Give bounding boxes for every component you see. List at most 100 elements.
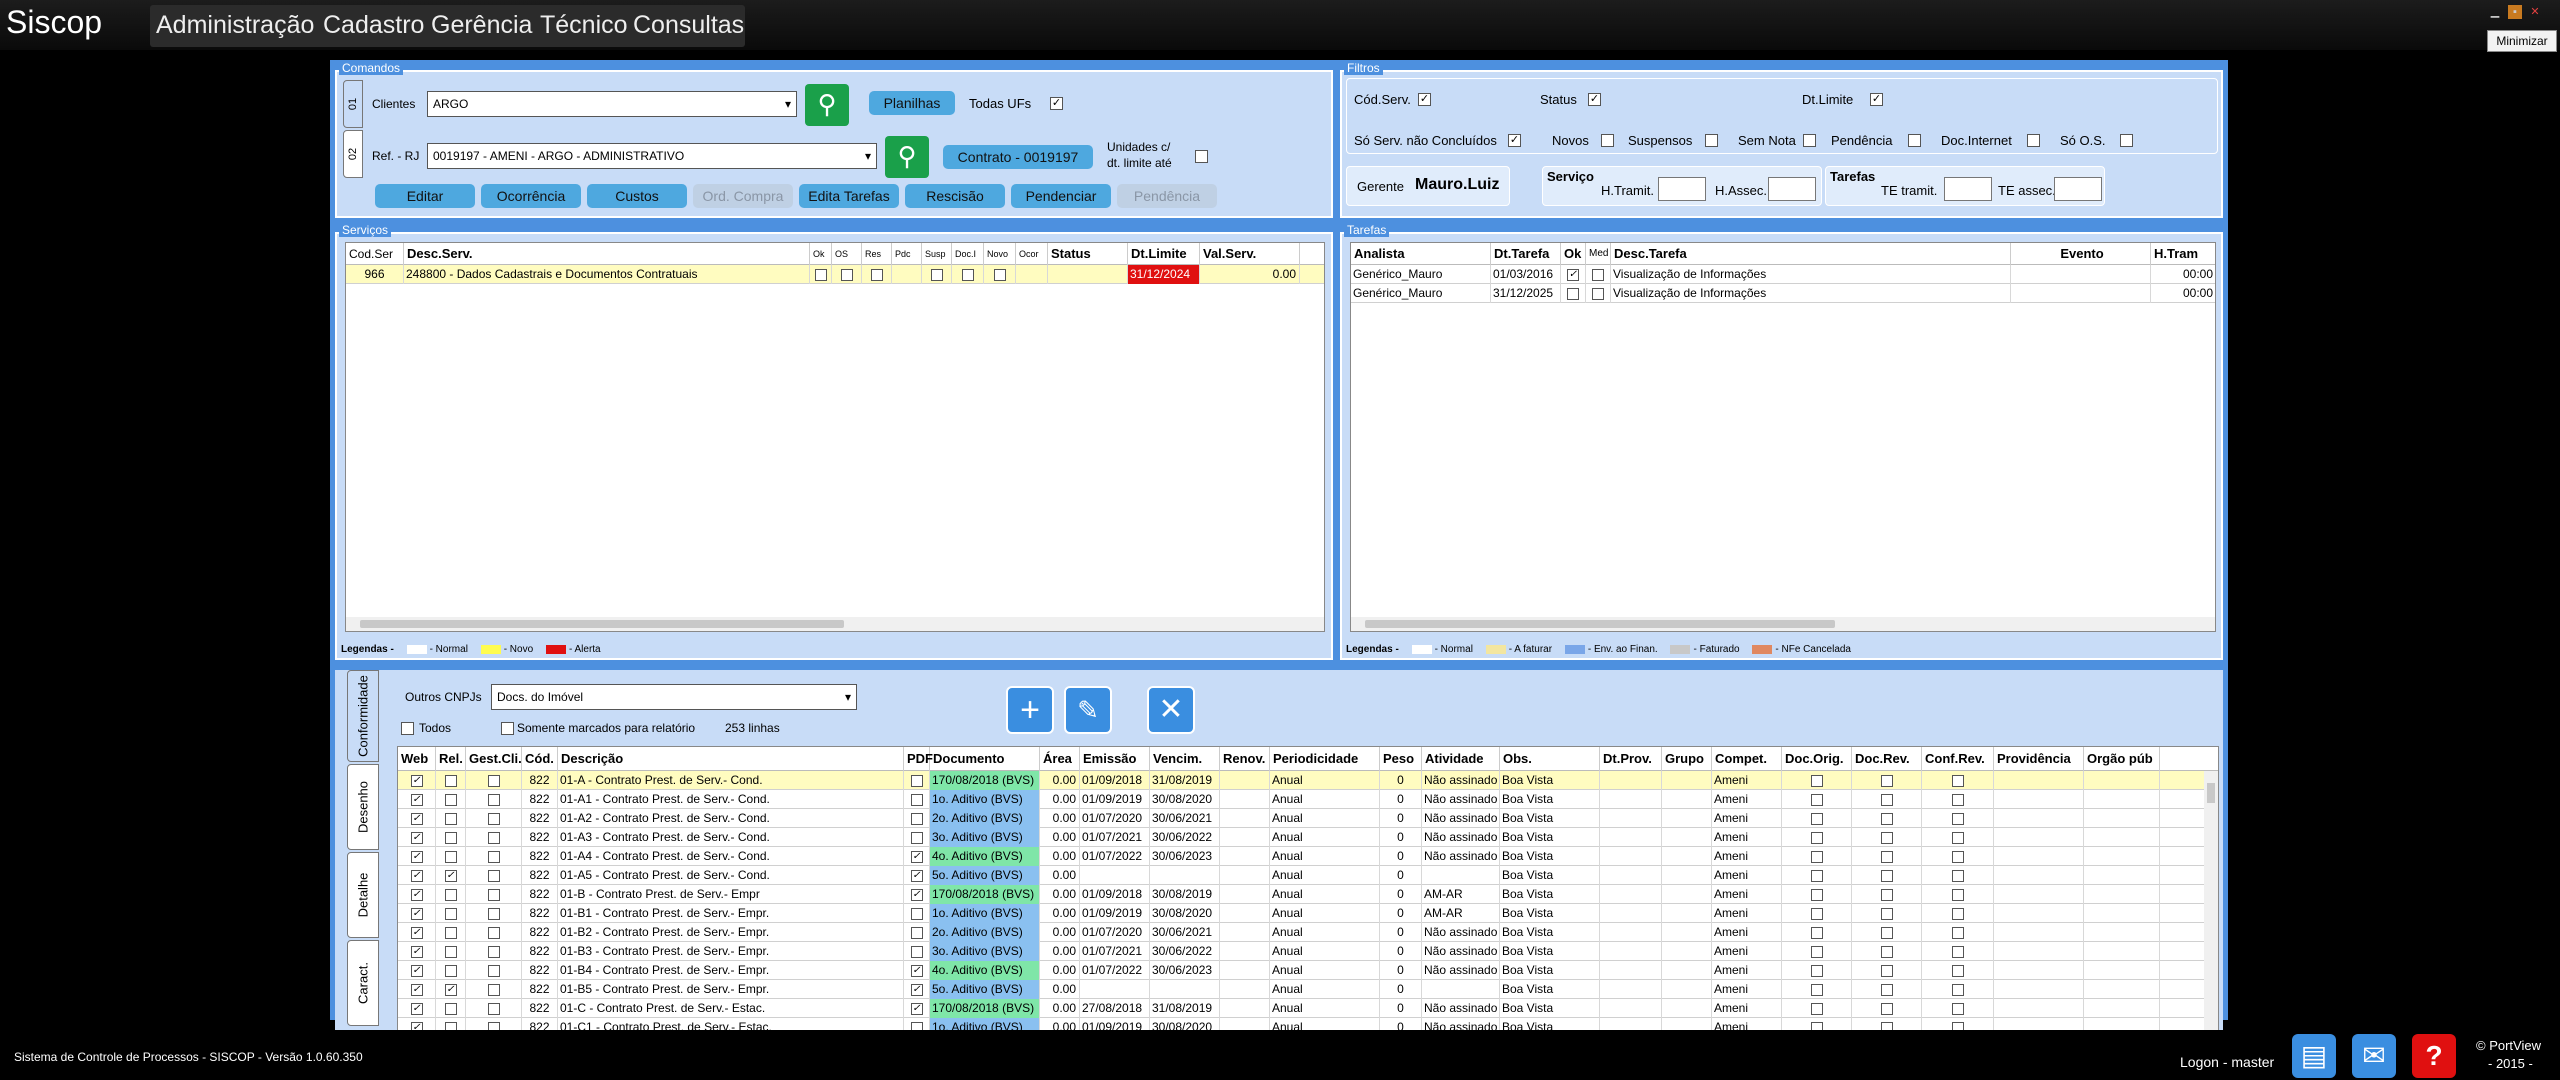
doc-rev-checkbox[interactable] bbox=[1880, 831, 1893, 844]
cell-pdf[interactable]: ✓ bbox=[904, 961, 930, 980]
cell-gest-cli[interactable] bbox=[466, 809, 522, 828]
doc-row[interactable]: ✓ 822 01-C - Contrato Prest. de Serv.- Est… bbox=[398, 999, 2218, 1018]
web-checkbox[interactable]: ✓ bbox=[410, 907, 423, 920]
cod-serv-checkbox[interactable]: ✓ bbox=[1418, 93, 1431, 106]
cell-gest-cli[interactable] bbox=[466, 961, 522, 980]
cell-gest-cli[interactable] bbox=[466, 847, 522, 866]
cell-pdf[interactable] bbox=[904, 828, 930, 847]
pendencia-checkbox[interactable] bbox=[1908, 134, 1921, 147]
so-serv-checkbox[interactable]: ✓ bbox=[1508, 134, 1521, 147]
col-val-serv[interactable]: Val.Serv. bbox=[1200, 243, 1300, 265]
restore-icon[interactable]: ▪ bbox=[2508, 5, 2522, 19]
col-cod-ser[interactable]: Cod.Ser bbox=[346, 243, 404, 265]
gest-cli-checkbox[interactable] bbox=[487, 793, 500, 806]
cell-res[interactable] bbox=[862, 265, 892, 284]
cell-pdf[interactable] bbox=[904, 942, 930, 961]
cell-gest-cli[interactable] bbox=[466, 999, 522, 1018]
cell-rel[interactable] bbox=[436, 923, 466, 942]
doc-rev-checkbox[interactable] bbox=[1880, 983, 1893, 996]
pdf-checkbox[interactable] bbox=[910, 945, 923, 958]
col-susp[interactable]: Susp bbox=[922, 243, 952, 265]
tab-caract[interactable]: Caract. bbox=[347, 940, 379, 1026]
tab-02[interactable]: 02 bbox=[343, 130, 363, 178]
cell-doc-orig[interactable] bbox=[1782, 923, 1852, 942]
doc-rev-checkbox[interactable] bbox=[1880, 774, 1893, 787]
web-checkbox[interactable]: ✓ bbox=[410, 983, 423, 996]
somente-checkbox[interactable] bbox=[501, 722, 514, 735]
conf-rev-checkbox[interactable] bbox=[1951, 812, 1964, 825]
cell-ok[interactable] bbox=[1561, 284, 1586, 303]
cell-doc-orig[interactable] bbox=[1782, 771, 1852, 790]
search-ref-button[interactable]: ⚲ bbox=[885, 136, 929, 178]
col-periodicidade[interactable]: Periodicidade bbox=[1270, 747, 1380, 771]
rel-checkbox[interactable] bbox=[444, 812, 457, 825]
gest-cli-checkbox[interactable] bbox=[487, 812, 500, 825]
doc-rev-checkbox[interactable] bbox=[1880, 850, 1893, 863]
conf-rev-checkbox[interactable] bbox=[1951, 831, 1964, 844]
col-pdf[interactable]: PDF bbox=[904, 747, 933, 771]
cell-doc-rev[interactable] bbox=[1852, 847, 1922, 866]
search-clientes-button[interactable]: ⚲ bbox=[805, 84, 849, 126]
pdf-checkbox[interactable]: ✓ bbox=[910, 983, 923, 996]
clientes-select[interactable]: ARGO bbox=[427, 91, 797, 117]
menu-gerencia[interactable]: Gerência bbox=[431, 11, 532, 40]
tab-conformidade[interactable]: Conformidade bbox=[347, 670, 379, 762]
col-peso[interactable]: Peso bbox=[1380, 747, 1422, 771]
doc-rev-checkbox[interactable] bbox=[1880, 907, 1893, 920]
pendencia-button[interactable]: Pendência bbox=[1117, 184, 1217, 208]
conf-rev-checkbox[interactable] bbox=[1951, 983, 1964, 996]
cell-pdf[interactable]: ✓ bbox=[904, 999, 930, 1018]
cell-rel[interactable] bbox=[436, 790, 466, 809]
doc-row[interactable]: ✓ 822 01-A2 - Contrato Prest. de Serv.- Co… bbox=[398, 809, 2218, 828]
pdf-checkbox[interactable]: ✓ bbox=[910, 1002, 923, 1015]
doc-rev-checkbox[interactable] bbox=[1880, 945, 1893, 958]
cell-med[interactable] bbox=[1586, 284, 1611, 303]
doc-row[interactable]: ✓ ✓ 822 01-B5 - Contrato Prest. de Serv.- E… bbox=[398, 980, 2218, 999]
tarefa-row[interactable]: Genérico_Mauro 01/03/2016 ✓ Visualização… bbox=[1351, 265, 2215, 284]
cell-rel[interactable]: ✓ bbox=[436, 980, 466, 999]
cell-conf-rev[interactable] bbox=[1922, 809, 1994, 828]
menu-administracao[interactable]: Administração bbox=[156, 11, 314, 40]
cell-web[interactable]: ✓ bbox=[398, 980, 436, 999]
gest-cli-checkbox[interactable] bbox=[487, 983, 500, 996]
cell-susp[interactable] bbox=[922, 265, 952, 284]
pendenciar-button[interactable]: Pendenciar bbox=[1011, 184, 1111, 208]
cell-conf-rev[interactable] bbox=[1922, 942, 1994, 961]
cell-doc-orig[interactable] bbox=[1782, 885, 1852, 904]
doc-orig-checkbox[interactable] bbox=[1810, 850, 1823, 863]
cell-doc-rev[interactable] bbox=[1852, 790, 1922, 809]
cell-pdf[interactable] bbox=[904, 771, 930, 790]
tarefa-row[interactable]: Genérico_Mauro 31/12/2025 Visualização d… bbox=[1351, 284, 2215, 303]
tab-01[interactable]: 01 bbox=[343, 80, 363, 128]
cell-conf-rev[interactable] bbox=[1922, 847, 1994, 866]
doc-orig-checkbox[interactable] bbox=[1810, 888, 1823, 901]
contrato-button[interactable]: Contrato - 0019197 bbox=[943, 145, 1093, 169]
pdf-checkbox[interactable] bbox=[910, 907, 923, 920]
docs-vscroll-thumb[interactable] bbox=[2207, 783, 2215, 803]
col-desc-tarefa[interactable]: Desc.Tarefa bbox=[1611, 243, 2011, 265]
cell-rel[interactable]: ✓ bbox=[436, 866, 466, 885]
cell-doc-rev[interactable] bbox=[1852, 904, 1922, 923]
col-renov[interactable]: Renov. bbox=[1220, 747, 1270, 771]
col-status[interactable]: Status bbox=[1048, 243, 1128, 265]
col-doc-orig[interactable]: Doc.Orig. bbox=[1782, 747, 1852, 771]
cell-web[interactable]: ✓ bbox=[398, 904, 436, 923]
gest-cli-checkbox[interactable] bbox=[487, 869, 500, 882]
editar-button[interactable]: Editar bbox=[375, 184, 475, 208]
docs-vscroll[interactable] bbox=[2204, 771, 2218, 1057]
cell-doc-orig[interactable] bbox=[1782, 980, 1852, 999]
col-desc-serv[interactable]: Desc.Serv. bbox=[404, 243, 810, 265]
doc-orig-checkbox[interactable] bbox=[1810, 793, 1823, 806]
gest-cli-checkbox[interactable] bbox=[487, 831, 500, 844]
cell-web[interactable]: ✓ bbox=[398, 828, 436, 847]
cell-conf-rev[interactable] bbox=[1922, 923, 1994, 942]
tab-desenho[interactable]: Desenho bbox=[347, 764, 379, 850]
rel-checkbox[interactable] bbox=[444, 945, 457, 958]
conf-rev-checkbox[interactable] bbox=[1951, 888, 1964, 901]
cell-doc-rev[interactable] bbox=[1852, 771, 1922, 790]
conf-rev-checkbox[interactable] bbox=[1951, 964, 1964, 977]
cell-doc-orig[interactable] bbox=[1782, 828, 1852, 847]
cell-doc-rev[interactable] bbox=[1852, 942, 1922, 961]
col-doc-i[interactable]: Doc.I bbox=[952, 243, 984, 265]
gest-cli-checkbox[interactable] bbox=[487, 945, 500, 958]
